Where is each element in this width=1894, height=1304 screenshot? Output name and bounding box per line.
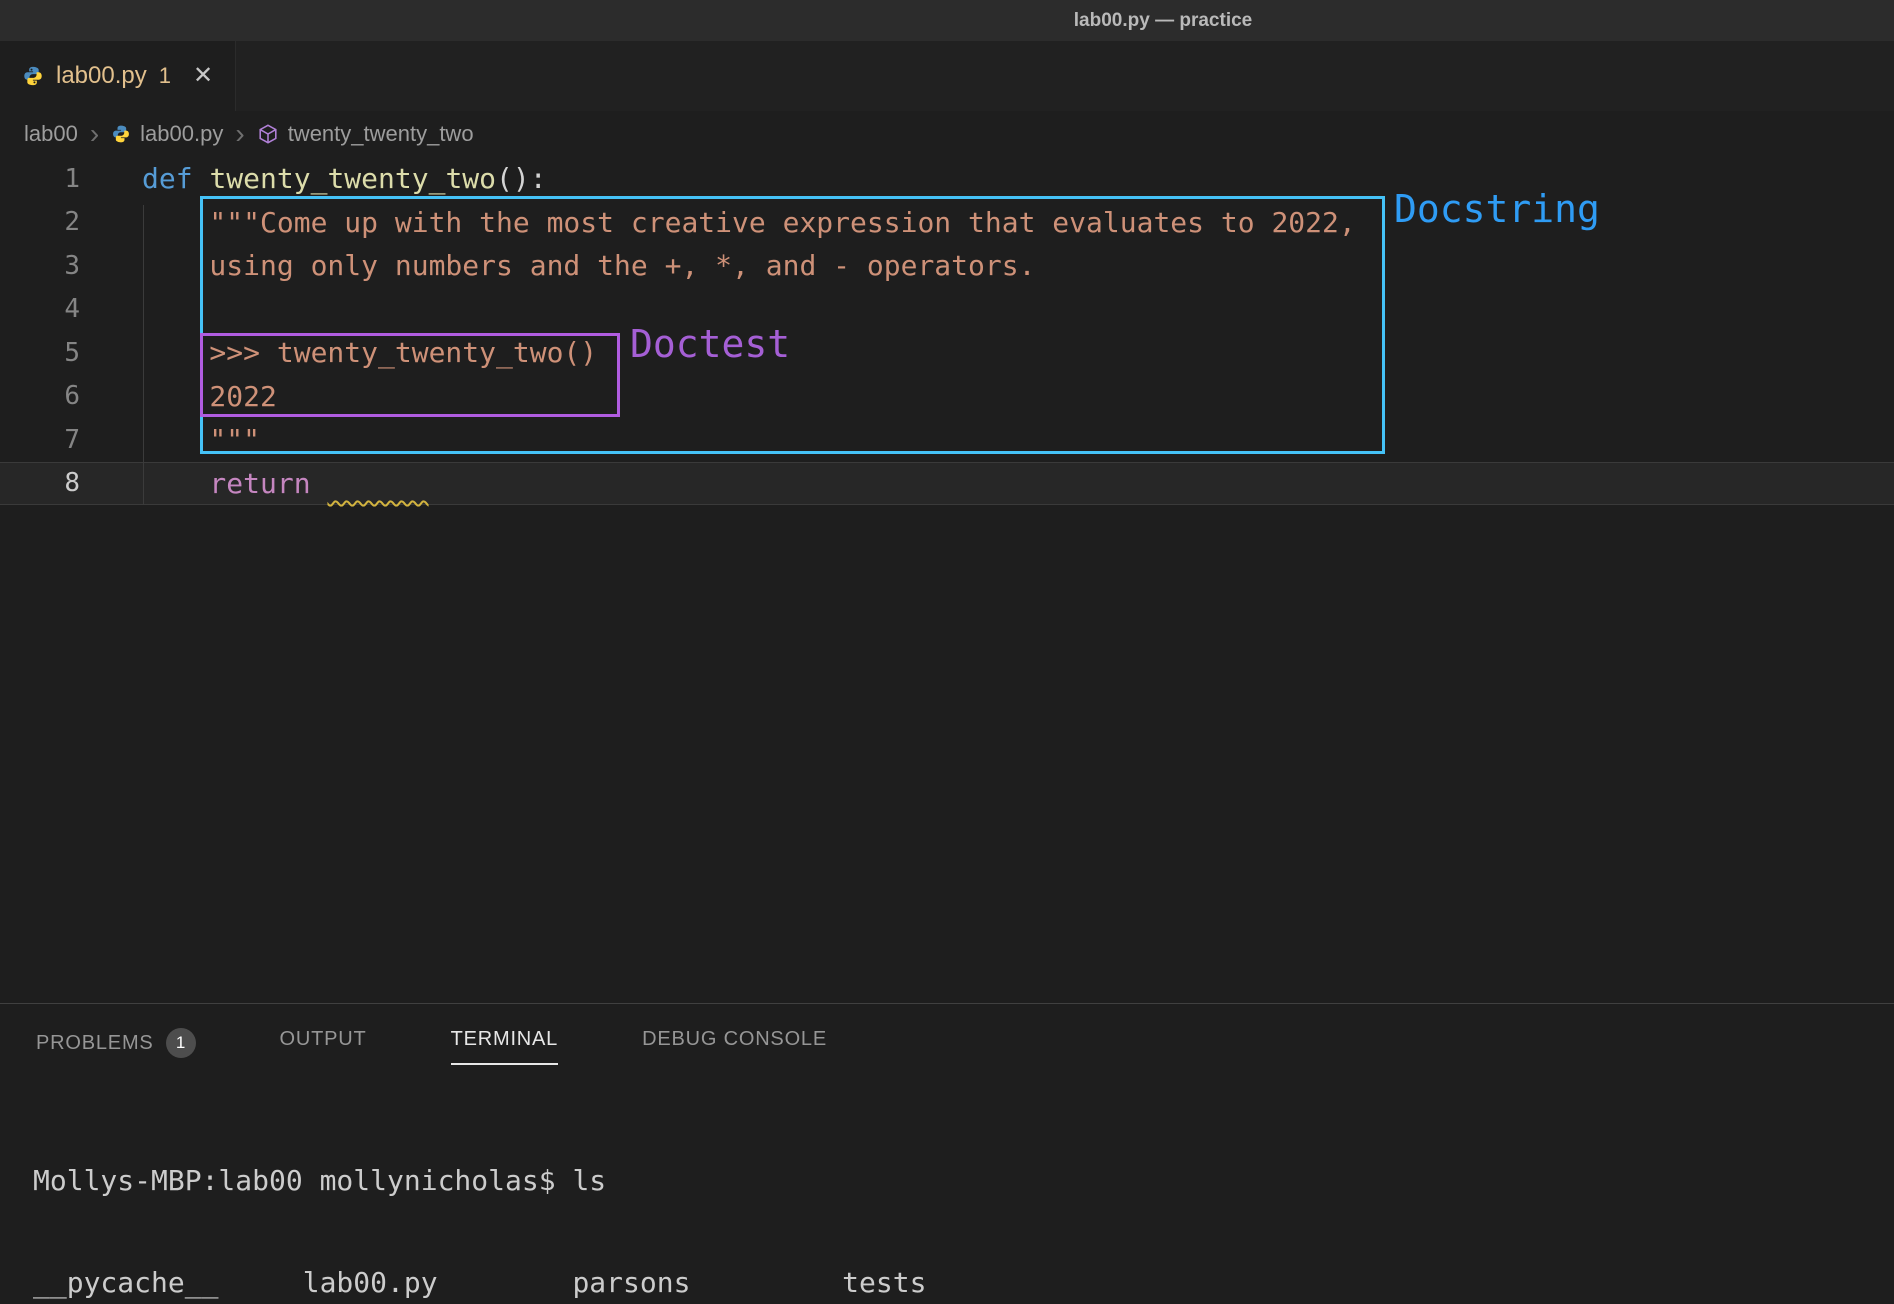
line-number: 2 — [0, 207, 80, 237]
panel-tab-debug-console[interactable]: DEBUG CONSOLE — [642, 1028, 827, 1065]
panel-tab-terminal[interactable]: TERMINAL — [451, 1028, 559, 1065]
line-number: 3 — [0, 251, 80, 281]
panel-tab-bar: PROBLEMS 1 OUTPUT TERMINAL DEBUG CONSOLE — [0, 1004, 1894, 1072]
code-line[interactable]: 2 """Come up with the most creative expr… — [0, 201, 1894, 245]
code-line[interactable]: 1 def twenty_twenty_two(): — [0, 157, 1894, 201]
code-line[interactable]: 3 using only numbers and the +, *, and -… — [0, 244, 1894, 288]
breadcrumb-separator: › — [90, 120, 99, 148]
tab-label: lab00.py — [56, 62, 147, 90]
breadcrumb-item-lab00[interactable]: lab00 — [24, 121, 78, 147]
window-titlebar: lab00.py — practice — [0, 0, 1894, 41]
terminal-line: __pycache__ lab00.py parsons tests — [33, 1266, 1894, 1300]
breadcrumb-item-lab00py[interactable]: lab00.py — [111, 121, 223, 147]
python-icon — [111, 124, 131, 144]
code-line[interactable]: 6 2022 — [0, 375, 1894, 419]
window-title: lab00.py — practice — [1074, 10, 1252, 32]
terminal-line: Mollys-MBP:lab00 mollynicholas$ ls — [33, 1164, 1894, 1198]
tab-lab00py[interactable]: lab00.py 1 ✕ — [0, 41, 236, 111]
code-editor[interactable]: 1 def twenty_twenty_two(): 2 """Come up … — [0, 157, 1894, 1003]
panel-tab-output[interactable]: OUTPUT — [280, 1028, 367, 1065]
line-number: 8 — [0, 468, 80, 498]
python-icon — [22, 65, 44, 87]
breadcrumb-item-twenty-twenty-two[interactable]: twenty_twenty_two — [257, 121, 474, 147]
docstring-annotation-label: Docstring — [1394, 187, 1600, 231]
panel-tab-problems[interactable]: PROBLEMS 1 — [36, 1028, 196, 1072]
line-number: 4 — [0, 294, 80, 324]
code-line[interactable]: 5 >>> twenty_twenty_two() — [0, 331, 1894, 375]
editor-tab-bar: lab00.py 1 ✕ — [0, 41, 1894, 111]
code-line[interactable]: 4 — [0, 288, 1894, 332]
line-number: 6 — [0, 381, 80, 411]
problems-count-badge: 1 — [166, 1028, 196, 1058]
line-number: 7 — [0, 425, 80, 455]
line-number: 1 — [0, 164, 80, 194]
line-number: 5 — [0, 338, 80, 368]
indent-guide — [143, 205, 144, 505]
warning-squiggle — [327, 467, 428, 500]
terminal-output[interactable]: Mollys-MBP:lab00 mollynicholas$ ls __pyc… — [0, 1072, 1894, 1304]
code-line[interactable]: 7 """ — [0, 418, 1894, 462]
tab-problems-badge: 1 — [159, 63, 171, 89]
breadcrumb: lab00 › lab00.py › twenty_twenty_two — [0, 111, 1894, 157]
bottom-panel: PROBLEMS 1 OUTPUT TERMINAL DEBUG CONSOLE… — [0, 1003, 1894, 1304]
doctest-annotation-label: Doctest — [630, 322, 790, 366]
symbol-cube-icon — [257, 123, 279, 145]
breadcrumb-separator: › — [235, 120, 244, 148]
code-line-current[interactable]: 8 return — [0, 462, 1894, 506]
tab-close-icon[interactable]: ✕ — [193, 64, 213, 88]
